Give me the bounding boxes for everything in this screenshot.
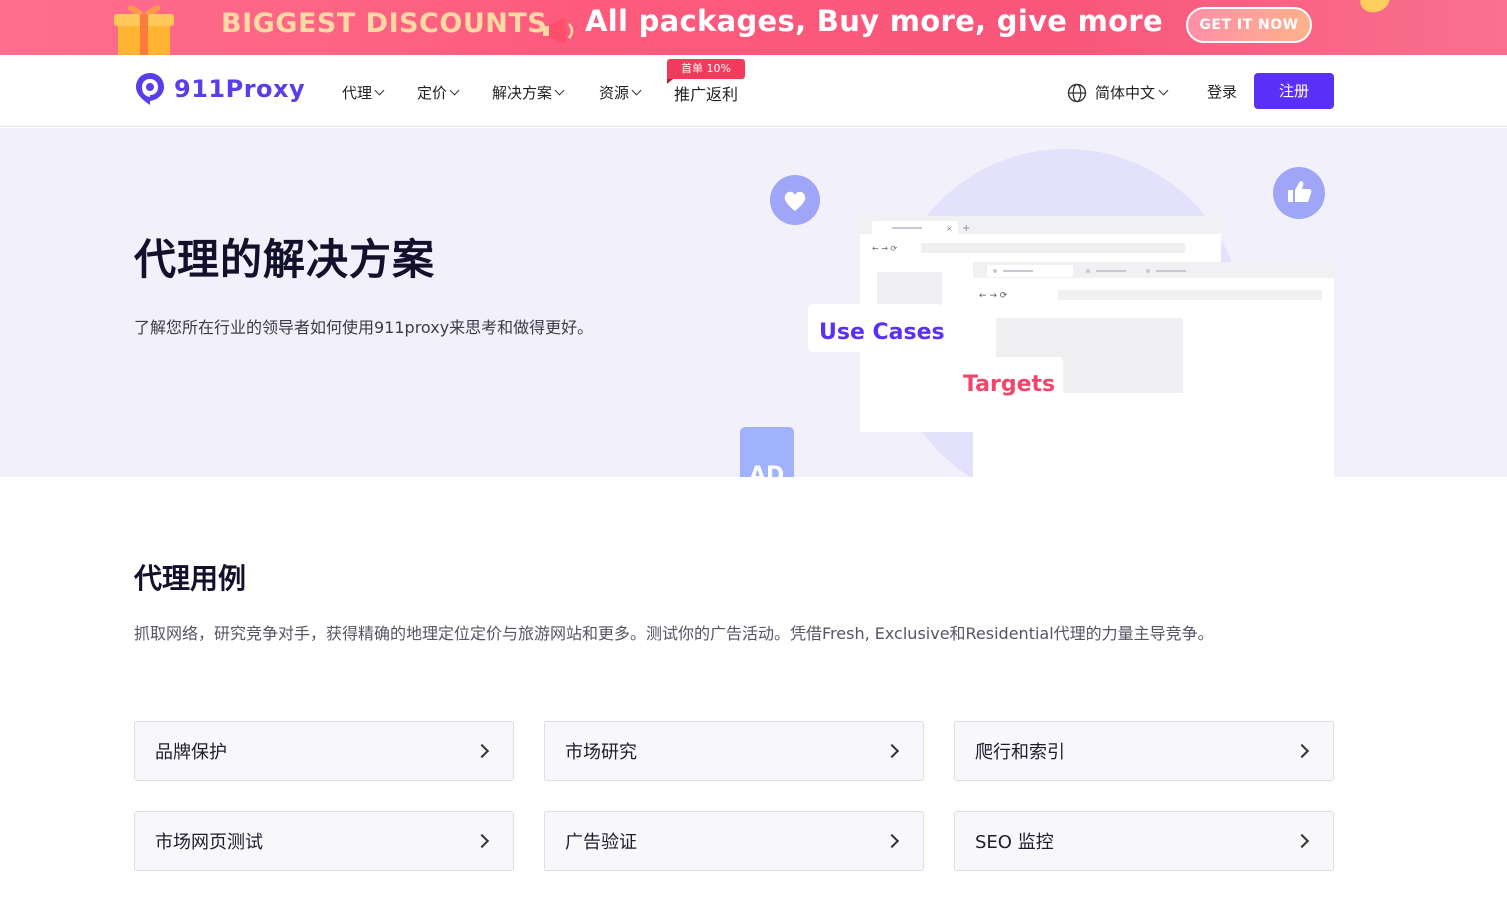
card-label: 市场研究 [565, 742, 637, 763]
chevron-right-icon [884, 833, 900, 849]
language-selector[interactable]: 简体中文 [1067, 82, 1169, 103]
svg-text:← → ⟳: ← → ⟳ [872, 244, 897, 253]
card-label: SEO 监控 [975, 832, 1054, 853]
targets-label: Targets [963, 372, 1055, 397]
chevron-right-icon [884, 743, 900, 759]
nav-item-label: 代理 [342, 84, 373, 102]
nav-item-label: 推广返利 [674, 85, 739, 104]
card-label: 市场网页测试 [155, 832, 263, 853]
nav-item-label: 资源 [599, 84, 630, 102]
logo[interactable]: 911Proxy [134, 71, 305, 107]
gift-icon [114, 5, 174, 55]
logo-text: 911Proxy [174, 75, 306, 103]
nav-item-solutions[interactable]: 解决方案 [492, 82, 565, 103]
use-case-card-ad-verification[interactable]: 广告验证 [544, 811, 924, 871]
top-navigation: 911Proxy 代理 定价 解决方案 资源 推广返利 首单 10% 简体中文 … [0, 55, 1507, 127]
svg-text:← → ⟳: ← → ⟳ [979, 291, 1008, 301]
use-case-card-web-testing[interactable]: 市场网页测试 [134, 811, 514, 871]
hero-illustration: × + ← → ⟳ ← → ⟳ Use Cases Targets AD [740, 149, 1334, 477]
signup-button[interactable]: 注册 [1254, 73, 1334, 109]
svg-text:×: × [946, 224, 953, 233]
chevron-down-icon [554, 85, 565, 96]
hero-section: × + ← → ⟳ ← → ⟳ Use Cases Targets AD 代理的… [0, 128, 1507, 477]
svg-text:+: + [962, 223, 970, 234]
affiliate-badge: 首单 10% [667, 59, 745, 84]
chevron-right-icon [1294, 833, 1310, 849]
chevron-down-icon [1158, 85, 1169, 96]
nav-item-proxy[interactable]: 代理 [342, 82, 385, 103]
card-label: 爬行和索引 [975, 742, 1065, 763]
use-case-card-crawling-indexing[interactable]: 爬行和索引 [954, 721, 1334, 781]
promo-headline: BIGGEST DISCOUNTS [221, 8, 548, 39]
use-case-card-seo-monitoring[interactable]: SEO 监控 [954, 811, 1334, 871]
nav-item-pricing[interactable]: 定价 [417, 82, 460, 103]
chevron-right-icon [474, 833, 490, 849]
nav-item-affiliate[interactable]: 推广返利 [674, 81, 738, 105]
chevron-down-icon [631, 85, 642, 96]
use-cases-label: Use Cases [819, 320, 945, 345]
ad-label: AD [749, 463, 784, 477]
get-it-now-button[interactable]: GET IT NOW [1186, 7, 1312, 43]
section-description: 抓取网络，研究竞争对手，获得精确的地理定位定价与旅游网站和更多。测试你的广告活动… [134, 624, 1214, 643]
promo-slogan: All packages, Buy more, give more [585, 4, 1163, 38]
coin-decoration [1356, 0, 1394, 17]
chevron-down-icon [449, 85, 460, 96]
section-title: 代理用例 [134, 562, 247, 595]
megaphone-icon [543, 18, 574, 44]
globe-icon [1067, 83, 1087, 102]
card-label: 品牌保护 [155, 742, 227, 763]
page-title: 代理的解决方案 [134, 235, 436, 284]
promo-banner[interactable]: BIGGEST DISCOUNTS All packages, Buy more… [0, 0, 1507, 55]
chevron-down-icon [374, 85, 385, 96]
use-case-card-market-research[interactable]: 市场研究 [544, 721, 924, 781]
login-link[interactable]: 登录 [1207, 81, 1237, 102]
language-label: 简体中文 [1095, 84, 1156, 102]
hero-subtitle: 了解您所在行业的领导者如何使用911proxy来思考和做得更好。 [134, 318, 594, 337]
use-case-card-brand-protection[interactable]: 品牌保护 [134, 721, 514, 781]
chevron-right-icon [474, 743, 490, 759]
nav-item-label: 定价 [417, 84, 448, 102]
chevron-right-icon [1294, 743, 1310, 759]
nav-item-resources[interactable]: 资源 [599, 82, 642, 103]
card-label: 广告验证 [565, 832, 637, 853]
logo-pin-icon [136, 73, 164, 105]
nav-item-label: 解决方案 [492, 84, 553, 102]
